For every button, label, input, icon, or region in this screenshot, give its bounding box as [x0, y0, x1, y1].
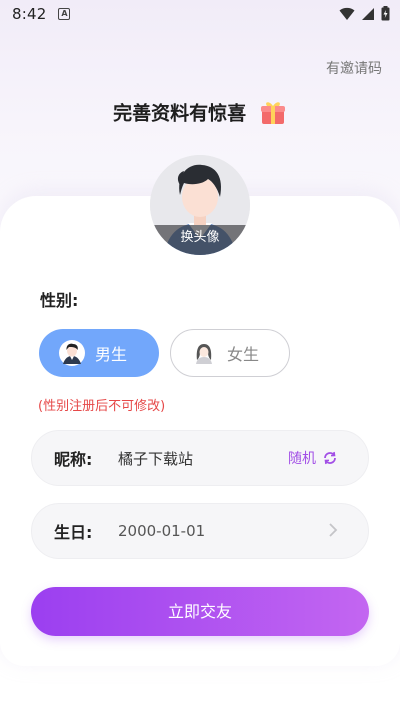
page-title-text: 完善资料有惊喜 — [113, 102, 247, 125]
page-title: 完善资料有惊喜 — [0, 98, 400, 126]
birthday-label: 生日: — [54, 523, 93, 542]
status-bar: 8:42 A — [0, 0, 400, 28]
signal-icon — [362, 7, 374, 20]
gender-female-button[interactable]: 女生 — [170, 329, 290, 377]
random-label: 随机 — [288, 451, 316, 467]
wifi-icon — [339, 7, 355, 20]
notification-icon: A — [58, 8, 71, 20]
gender-female-label: 女生 — [227, 345, 260, 364]
birthday-field[interactable]: 生日: 2000-01-01 — [31, 503, 369, 559]
status-icons — [339, 6, 390, 21]
status-time: 8:42 — [12, 5, 47, 23]
gender-label: 性别: — [40, 291, 79, 310]
nickname-field[interactable]: 昵称: 橘子下载站 随机 — [31, 430, 369, 486]
battery-icon — [381, 6, 390, 21]
nickname-label: 昵称: — [54, 450, 93, 469]
submit-button[interactable]: 立即交友 — [31, 587, 369, 636]
female-avatar-icon — [191, 340, 217, 366]
birthday-value[interactable]: 2000-01-01 — [118, 522, 205, 540]
gift-icon — [260, 102, 285, 124]
gender-male-label: 男生 — [95, 345, 128, 364]
gender-note: (性别注册后不可修改) — [38, 399, 166, 414]
change-avatar-label[interactable]: 换头像 — [150, 225, 250, 255]
chevron-right-icon — [329, 523, 338, 537]
nickname-input[interactable]: 橘子下载站 — [118, 448, 193, 469]
male-avatar-icon — [59, 340, 85, 366]
refresh-icon — [324, 451, 336, 465]
gender-male-button[interactable]: 男生 — [39, 329, 159, 377]
random-nickname-button[interactable]: 随机 — [288, 448, 338, 468]
invite-code-link[interactable]: 有邀请码 — [326, 58, 382, 78]
avatar[interactable]: 换头像 — [150, 155, 250, 255]
